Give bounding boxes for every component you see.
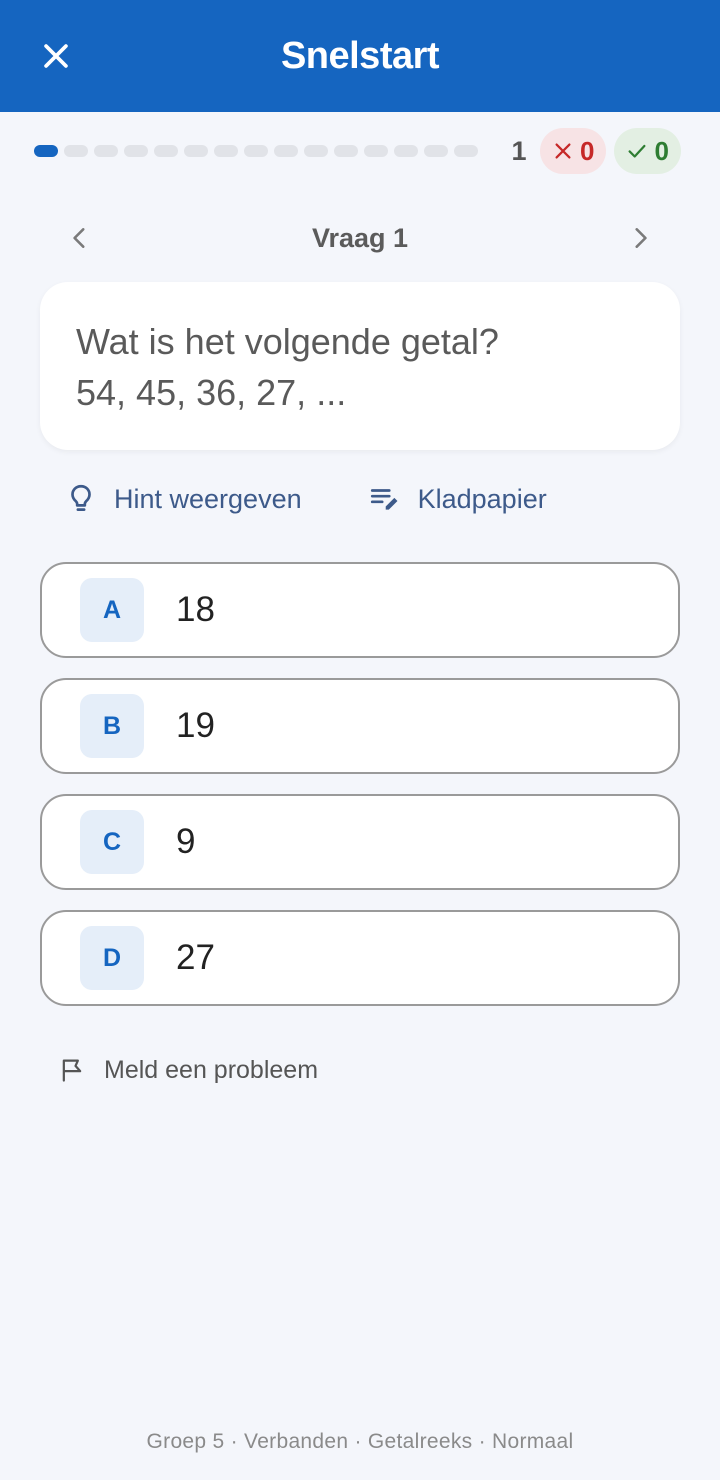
hint-label: Hint weergeven bbox=[114, 483, 302, 514]
question-title: Vraag 1 bbox=[311, 222, 409, 253]
scratchpad-label: Kladpapier bbox=[417, 483, 547, 514]
chevron-right-icon bbox=[635, 228, 647, 248]
flag-icon bbox=[62, 1059, 82, 1082]
question-text: Wat is het volgende getal? bbox=[76, 321, 499, 362]
progress-dots bbox=[34, 145, 478, 157]
hint-button[interactable]: Hint weergeven bbox=[64, 482, 302, 516]
option-value: 9 bbox=[176, 822, 196, 861]
answer-option-b[interactable]: B 19 bbox=[40, 678, 680, 774]
question-tools: Hint weergeven Kladpapier bbox=[64, 474, 664, 524]
option-letter: B bbox=[80, 694, 144, 758]
progress-dot bbox=[274, 145, 298, 157]
progress-dot bbox=[94, 145, 118, 157]
wrong-count-badge: 0 bbox=[540, 128, 607, 174]
page-title: Snelstart bbox=[280, 34, 440, 77]
scratchpad-button[interactable]: Kladpapier bbox=[368, 482, 547, 516]
answer-option-c[interactable]: C 9 bbox=[40, 794, 680, 890]
progress-dot bbox=[154, 145, 178, 157]
footer-meta: Groep 5 · Verbanden · Getalreeks · Norma… bbox=[146, 1430, 574, 1453]
question-nav: Vraag 1 bbox=[56, 210, 664, 266]
progress-dot bbox=[184, 145, 208, 157]
option-value: 19 bbox=[176, 706, 215, 745]
right-count: 0 bbox=[654, 135, 669, 166]
progress-dot bbox=[334, 145, 358, 157]
question-sequence: 54, 45, 36, 27, ... bbox=[76, 372, 347, 413]
wrong-count: 0 bbox=[580, 135, 595, 166]
progress-dot bbox=[64, 145, 88, 157]
progress-dot bbox=[364, 145, 388, 157]
edit-note-icon bbox=[370, 489, 398, 510]
cross-icon bbox=[555, 143, 571, 159]
option-letter: C bbox=[80, 810, 144, 874]
progress-dot bbox=[124, 145, 148, 157]
lightbulb-icon bbox=[71, 484, 91, 511]
progress-row: 1 0 0 bbox=[34, 128, 694, 174]
next-question-button[interactable] bbox=[616, 210, 664, 266]
report-problem-label: Meld een probleem bbox=[104, 1055, 319, 1084]
close-button[interactable] bbox=[28, 28, 84, 84]
option-letter: D bbox=[80, 926, 144, 990]
question-counter: 1 bbox=[511, 135, 527, 166]
progress-dot bbox=[394, 145, 418, 157]
progress-dot bbox=[34, 145, 58, 157]
answer-option-a[interactable]: A 18 bbox=[40, 562, 680, 658]
question-card: Wat is het volgende getal? 54, 45, 36, 2… bbox=[40, 282, 680, 450]
progress-dot bbox=[214, 145, 238, 157]
progress-dot bbox=[454, 145, 478, 157]
answer-option-d[interactable]: D 27 bbox=[40, 910, 680, 1006]
progress-dot bbox=[424, 145, 448, 157]
progress-dot bbox=[244, 145, 268, 157]
check-icon bbox=[629, 144, 646, 158]
previous-question-button[interactable] bbox=[56, 210, 104, 266]
progress-dot bbox=[304, 145, 328, 157]
right-count-badge: 0 bbox=[614, 128, 681, 174]
close-icon bbox=[44, 44, 68, 68]
option-value: 18 bbox=[176, 590, 215, 629]
chevron-left-icon bbox=[73, 228, 85, 248]
quiz-screen: Snelstart 1 0 0 Vraag 1 Wat is het volge… bbox=[0, 0, 720, 1480]
report-problem-button[interactable]: Meld een probleem bbox=[58, 1046, 318, 1094]
option-letter: A bbox=[80, 578, 144, 642]
app-header: Snelstart bbox=[0, 0, 720, 112]
option-value: 27 bbox=[176, 938, 215, 977]
